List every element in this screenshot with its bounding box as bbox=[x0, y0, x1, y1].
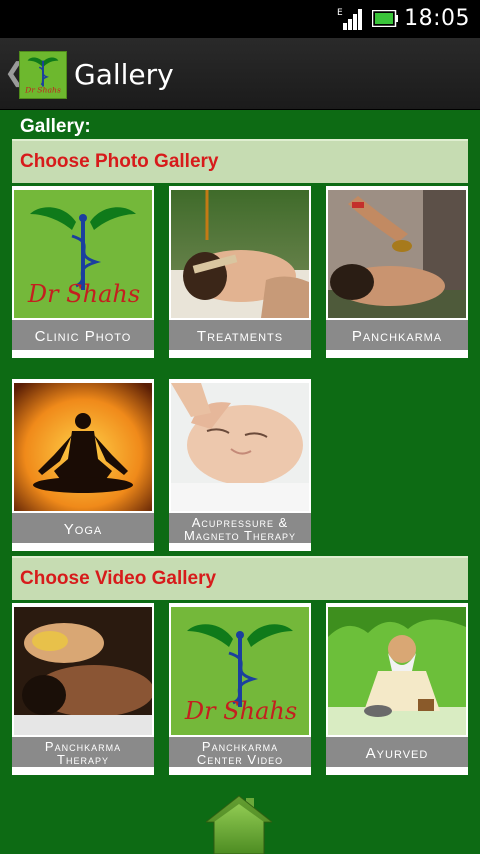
home-icon[interactable] bbox=[206, 794, 272, 854]
video-gallery-header: Choose Video Gallery bbox=[12, 556, 468, 600]
face-massage-photo bbox=[171, 383, 309, 511]
status-bar: E 18:05 bbox=[0, 0, 480, 38]
tile-caption-line2: Therapy bbox=[57, 752, 109, 767]
tile-caption: Clinic Photo bbox=[12, 320, 154, 350]
gallery-label: Gallery: bbox=[20, 116, 91, 137]
tile-caption-line2: Center Video bbox=[196, 752, 284, 767]
signal-icon: E bbox=[337, 8, 362, 30]
tile-caption: Panchkarma Therapy bbox=[12, 737, 154, 767]
dr-shahs-logo-image: Dr Shahs bbox=[14, 190, 152, 318]
yoga-silhouette-photo bbox=[14, 383, 152, 511]
tile-caption: Panchkarma bbox=[326, 320, 468, 350]
tile-caption: Panchkarma Center Video bbox=[169, 737, 311, 767]
head-treatment-photo bbox=[171, 190, 309, 318]
dr-shahs-logo-image: Dr Shahs bbox=[171, 607, 309, 735]
panchkarma-therapy-photo bbox=[14, 607, 152, 735]
tile-caption: Acupressure & Magneto Therapy bbox=[169, 513, 311, 543]
clock: 18:05 bbox=[404, 6, 470, 31]
battery-icon bbox=[372, 10, 398, 27]
shirodhara-photo bbox=[328, 190, 466, 318]
tile-treatments[interactable]: Treatments bbox=[169, 186, 311, 358]
logo-text: Dr Shahs bbox=[184, 697, 297, 725]
tile-panchkarma[interactable]: Panchkarma bbox=[326, 186, 468, 358]
tile-acupressure[interactable]: Acupressure & Magneto Therapy bbox=[169, 379, 311, 551]
tile-caption: Treatments bbox=[169, 320, 311, 350]
tile-panchkarma-therapy[interactable]: Panchkarma Therapy bbox=[12, 603, 154, 775]
action-bar: ❮ Dr Shahs Gallery bbox=[0, 38, 480, 110]
photo-gallery-header: Choose Photo Gallery bbox=[12, 139, 468, 183]
tile-clinic-photo[interactable]: Dr Shahs Clinic Photo bbox=[12, 186, 154, 358]
tile-panchkarma-center-video[interactable]: Dr Shahs Panchkarma Center Video bbox=[169, 603, 311, 775]
logo-text: Dr Shahs bbox=[27, 280, 140, 308]
video-gallery-title: Choose Video Gallery bbox=[20, 568, 217, 589]
logo-text: Dr Shahs bbox=[24, 85, 61, 94]
ayurved-sage-illustration bbox=[328, 607, 466, 735]
tile-caption-line2: Magneto Therapy bbox=[184, 528, 296, 543]
svg-text:E: E bbox=[337, 8, 343, 18]
photo-gallery-title: Choose Photo Gallery bbox=[20, 151, 219, 172]
tile-yoga[interactable]: Yoga bbox=[12, 379, 154, 551]
tile-caption: Yoga bbox=[12, 513, 154, 543]
tile-ayurved[interactable]: Ayurved bbox=[326, 603, 468, 775]
tile-caption: Ayurved bbox=[326, 737, 468, 767]
page-title: Gallery bbox=[74, 58, 174, 91]
app-logo[interactable]: Dr Shahs bbox=[19, 51, 67, 99]
